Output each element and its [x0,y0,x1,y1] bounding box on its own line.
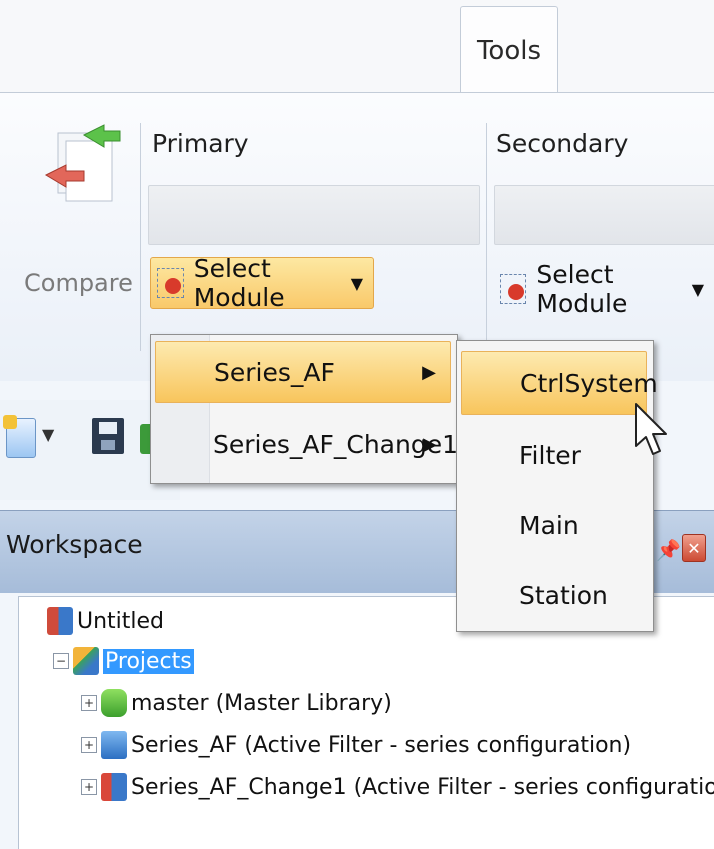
secondary-select-module-button[interactable]: Select Module ▼ [494,260,714,318]
compare-icon [44,124,121,202]
compare-button[interactable]: Compare [24,113,142,313]
menu-item-ctrlsystem[interactable]: CtrlSystem [461,351,658,415]
expand-icon[interactable]: + [81,779,97,795]
chevron-down-icon: ▼ [691,279,704,299]
library-icon [101,689,127,717]
workspace-title: Workspace [6,530,143,559]
submenu-arrow-icon: ▶ [423,433,437,455]
primary-group-title: Primary [152,129,249,158]
untitled-icon [47,607,73,635]
secondary-select-module-label: Select Module [536,260,628,318]
group-separator [140,123,141,351]
secondary-module-field[interactable] [494,185,714,245]
tree-item-label: Projects [103,648,194,674]
menu-item-station[interactable]: Station [461,563,647,627]
filter-project-icon [101,731,127,759]
mouse-cursor-icon [635,403,667,455]
submenu-arrow-icon: ▶ [422,361,436,383]
filter-project-icon [101,773,127,801]
expand-icon[interactable]: + [81,695,97,711]
menu-item-label: Series_AF_Change1 [213,429,458,459]
tab-tools[interactable]: Tools [460,6,558,95]
menu-item-label: Series_AF [214,357,335,387]
group-separator [486,123,487,351]
menu-item-series-af[interactable]: Series_AF ▶ [155,341,451,403]
menu-item-label: CtrlSystem [520,368,658,398]
primary-module-field[interactable] [148,185,480,245]
tree-item-label: Series_AF (Active Filter - series config… [131,732,632,758]
primary-select-module-label: Select Module [193,254,285,312]
collapse-icon[interactable]: − [53,653,69,669]
workspace-tree: Untitled − Projects + master (Master Lib… [18,596,714,849]
chevron-down-icon[interactable]: ▼ [42,425,54,444]
projects-icon [73,647,99,675]
save-icon[interactable] [92,418,124,454]
tree-item-master[interactable]: + master (Master Library) [81,689,392,717]
module-menu: Series_AF ▶ Series_AF_Change1 ▶ [150,334,458,484]
expand-icon[interactable]: + [81,737,97,753]
tree-item-series-af-change1[interactable]: + Series_AF_Change1 (Active Filter - ser… [81,773,714,801]
tree-item-label: Series_AF_Change1 (Active Filter - serie… [131,774,714,800]
chevron-down-icon: ▼ [350,273,363,293]
primary-select-module-button[interactable]: Select Module ▼ [150,254,374,312]
new-doc-icon[interactable] [3,415,36,458]
menu-item-series-af-change1[interactable]: Series_AF_Change1 ▶ [155,413,458,475]
module-icon [157,268,184,298]
module-submenu: CtrlSystem Filter Main Station [456,340,658,632]
compare-label: Compare [24,269,133,297]
ribbon-tab-strip [0,0,714,92]
tree-item-series-af[interactable]: + Series_AF (Active Filter - series conf… [81,731,631,759]
module-icon [500,274,527,304]
tree-item-untitled[interactable]: Untitled [47,607,164,635]
menu-item-filter[interactable]: Filter [461,423,647,487]
tree-item-label: Untitled [77,608,165,634]
menu-item-label: Station [519,580,608,610]
menu-item-label: Filter [519,440,581,470]
secondary-group-title: Secondary [496,129,629,158]
tree-item-projects[interactable]: − Projects [53,647,194,675]
tab-tools-label: Tools [476,36,542,66]
pin-icon[interactable]: 📌 [656,538,681,562]
close-icon[interactable]: ✕ [682,534,706,562]
menu-item-label: Main [519,510,579,540]
menu-item-main[interactable]: Main [461,493,647,557]
tree-item-label: master (Master Library) [131,690,392,716]
